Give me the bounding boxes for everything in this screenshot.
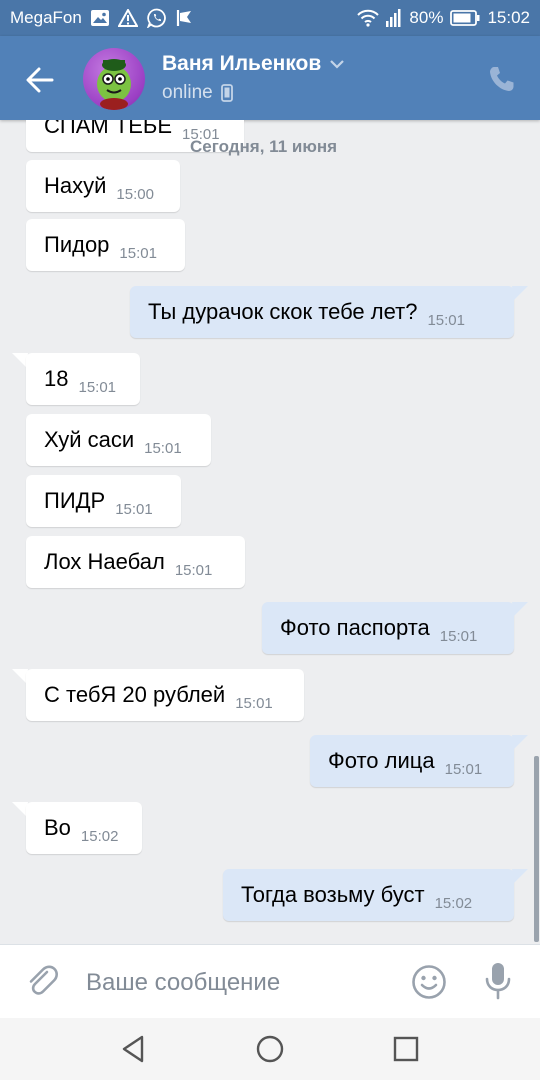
- nav-recents-button[interactable]: [390, 1033, 422, 1065]
- back-button[interactable]: [20, 60, 60, 100]
- bubble-tail: [512, 602, 528, 616]
- message-text: СПАМ ТЕБЕ: [44, 120, 173, 138]
- message-text: Тогда возьму буст: [241, 882, 425, 907]
- message-list[interactable]: СПАМ ТЕБЕ 15:01 Сегодня, 11 июня Нахуй 1…: [0, 120, 540, 944]
- microphone-icon: [485, 963, 511, 1000]
- message-time: 15:02: [80, 827, 119, 845]
- whatsapp-icon: [146, 8, 167, 28]
- message-time: 15:01: [115, 500, 153, 518]
- message-composer: [0, 944, 540, 1018]
- clock: 15:02: [487, 8, 530, 27]
- carrier-name: MegaFon: [10, 8, 82, 27]
- phone-icon: [490, 67, 514, 91]
- message-text: Ты дурачок скок тебе лет?: [148, 299, 418, 324]
- message-text: С тебЯ 20 рублей: [44, 682, 226, 707]
- message-bubble-incoming[interactable]: Лох Наебал 15:01: [26, 536, 245, 588]
- message-bubble-incoming[interactable]: Во 15:02: [26, 802, 142, 854]
- paperclip-icon: [29, 965, 58, 995]
- avatar[interactable]: [83, 48, 145, 110]
- emoji-icon: [412, 965, 446, 999]
- chat-header: Ваня Ильенков online: [0, 36, 540, 120]
- nav-home-icon: [256, 1035, 284, 1063]
- message-bubble-incoming[interactable]: С тебЯ 20 рублей 15:01: [26, 669, 304, 721]
- message-bubble-incoming[interactable]: ПИДР 15:01: [26, 475, 181, 527]
- nav-back-button[interactable]: [118, 1033, 150, 1065]
- mobile-icon: [220, 84, 233, 102]
- message-time: 15:01: [427, 311, 465, 329]
- scrollbar[interactable]: [534, 756, 539, 942]
- warning-icon: [117, 9, 138, 27]
- date-separator: Сегодня, 11 июня: [190, 137, 338, 156]
- contact-name: Ваня Ильенков: [162, 52, 322, 75]
- image-icon: [90, 10, 109, 26]
- message-text: Во: [44, 815, 71, 840]
- presence-status: online: [162, 82, 233, 104]
- message-bubble-outgoing[interactable]: Ты дурачок скок тебе лет? 15:01: [130, 286, 514, 338]
- message-bubble-incoming[interactable]: Хуй саси 15:01: [26, 414, 211, 466]
- message-text: Нахуй: [44, 173, 107, 198]
- delivery-icon: [176, 9, 194, 27]
- message-bubble-incoming[interactable]: Нахуй 15:00: [26, 160, 180, 212]
- emoji-button[interactable]: [410, 963, 448, 1001]
- message-time: 15:02: [434, 894, 473, 912]
- chat-title[interactable]: Ваня Ильенков: [162, 52, 345, 76]
- message-bubble-outgoing[interactable]: Фото лица 15:01: [310, 735, 514, 787]
- message-text: Лох Наебал: [44, 549, 165, 574]
- message-bubble-outgoing[interactable]: Фото паспорта 15:01: [262, 602, 514, 654]
- message-text: Хуй саси: [44, 427, 135, 452]
- chevron-down-icon: [330, 60, 345, 69]
- message-text: Фото паспорта: [280, 615, 430, 640]
- message-input[interactable]: [86, 963, 386, 1003]
- message-time: 15:01: [444, 760, 483, 778]
- message-time: 15:01: [174, 561, 213, 579]
- system-navigation-bar: [0, 1018, 540, 1080]
- message-bubble-outgoing[interactable]: Тогда возьму буст 15:02: [223, 869, 514, 921]
- voice-message-button[interactable]: [480, 961, 516, 1001]
- nav-home-button[interactable]: [254, 1033, 286, 1065]
- attach-button[interactable]: [24, 963, 60, 999]
- battery-icon: [450, 10, 480, 26]
- message-text: Фото лица: [328, 748, 435, 773]
- message-bubble-incoming[interactable]: 18 15:01: [26, 353, 140, 405]
- message-time: 15:01: [439, 627, 478, 645]
- signal-icon: [386, 9, 402, 27]
- nav-back-icon: [122, 1035, 144, 1063]
- message-text: Пидор: [44, 232, 110, 257]
- nav-recents-icon: [393, 1036, 419, 1062]
- battery-percent: 80%: [409, 8, 444, 27]
- back-arrow-icon: [26, 67, 54, 93]
- bubble-tail: [512, 735, 528, 749]
- message-time: 15:00: [116, 185, 154, 203]
- message-time: 15:01: [78, 378, 117, 396]
- message-text: 18: [44, 366, 69, 391]
- wifi-icon: [357, 9, 380, 27]
- presence-label: online: [162, 82, 213, 103]
- message-time: 15:01: [235, 694, 273, 712]
- message-time: 15:01: [119, 244, 157, 262]
- message-time: 15:01: [144, 439, 182, 457]
- bubble-tail: [512, 869, 528, 883]
- call-button[interactable]: [484, 61, 520, 97]
- status-bar: MegaFon 80% 15:02: [0, 0, 540, 36]
- message-text: ПИДР: [44, 488, 106, 513]
- message-bubble-incoming[interactable]: Пидор 15:01: [26, 219, 185, 271]
- bubble-tail: [512, 286, 528, 300]
